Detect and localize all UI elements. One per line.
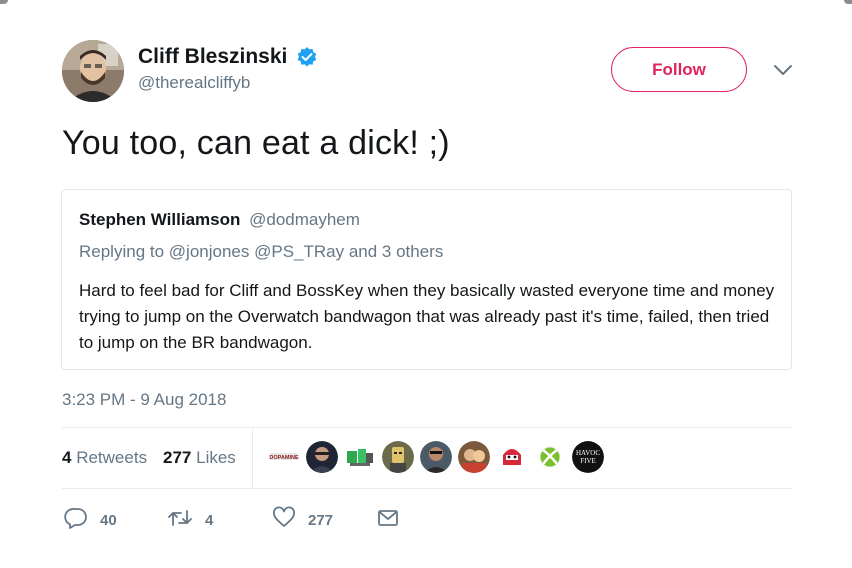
retweet-count: 4 (205, 511, 214, 529)
reply-icon (64, 506, 88, 535)
tweet-text: You too, can eat a dick! ;) (62, 124, 450, 162)
liker-avatar-4[interactable] (382, 441, 414, 473)
replying-targets: @jonjones @PS_TRay and 3 others (168, 242, 444, 261)
likes-label: Likes (196, 448, 236, 467)
quoted-display-name: Stephen Williamson (79, 210, 241, 229)
retweets-label: Retweets (76, 448, 148, 467)
chevron-down-icon[interactable] (772, 62, 794, 78)
liker-9-text-line1: HAVOC (576, 449, 600, 457)
follow-button[interactable]: Follow (611, 47, 747, 92)
quoted-tweet[interactable]: Stephen Williamson @dodmayhem Replying t… (61, 189, 792, 370)
retweets-stat[interactable]: 4 Retweets (62, 448, 147, 468)
author-avatar[interactable] (62, 40, 124, 102)
retweets-count: 4 (62, 448, 72, 467)
author-name-block: Cliff Bleszinski @therealcliffyb (138, 45, 318, 93)
liker-avatar-2[interactable] (306, 441, 338, 473)
verified-icon (296, 46, 318, 68)
likes-stat[interactable]: 277 Likes (163, 448, 236, 468)
stats-divider-bottom (62, 488, 792, 489)
liker-avatar-1[interactable]: DOPAMINE (268, 441, 300, 473)
liker-avatar-3[interactable] (344, 441, 376, 473)
tweet-timestamp[interactable]: 3:23 PM - 9 Aug 2018 (62, 390, 226, 410)
quoted-handle: @dodmayhem (249, 210, 360, 229)
window-corner-left (0, 0, 8, 4)
liker-avatar-8[interactable] (534, 441, 566, 473)
author-handle[interactable]: @therealcliffyb (138, 73, 318, 93)
retweet-button[interactable]: 4 (167, 505, 213, 535)
direct-message-icon (376, 506, 400, 535)
quoted-replying-to: Replying to @jonjones @PS_TRay and 3 oth… (79, 242, 443, 262)
liker-avatar-7[interactable] (496, 441, 528, 473)
like-count: 277 (308, 511, 334, 529)
stats-separator (252, 428, 253, 488)
direct-message-button[interactable] (376, 505, 400, 535)
liker-avatar-9[interactable]: HAVOC FIVE (572, 441, 604, 473)
tweet-stats: 4 Retweets 277 Likes DOPAMINE HAVOC FIVE (62, 428, 792, 488)
window-corner-right (844, 0, 852, 4)
retweet-icon (167, 506, 193, 535)
tweet-header: Cliff Bleszinski @therealcliffyb Follow (62, 40, 796, 104)
reply-button[interactable]: 40 (64, 505, 117, 535)
liker-avatar-6[interactable] (458, 441, 490, 473)
reply-count: 40 (100, 511, 117, 529)
liker-1-text: DOPAMINE (269, 455, 299, 461)
liker-avatar-5[interactable] (420, 441, 452, 473)
likes-count: 277 (163, 448, 192, 467)
replying-prefix: Replying to (79, 242, 165, 261)
heart-icon (272, 506, 296, 535)
quoted-body: Hard to feel bad for Cliff and BossKey w… (79, 281, 775, 352)
quoted-header: Stephen Williamson @dodmayhem (79, 210, 360, 230)
author-display-name[interactable]: Cliff Bleszinski (138, 45, 287, 69)
liker-9-text-line2: FIVE (580, 457, 596, 465)
tweet-actions: 40 4 277 (62, 505, 462, 535)
like-button[interactable]: 277 (272, 505, 333, 535)
